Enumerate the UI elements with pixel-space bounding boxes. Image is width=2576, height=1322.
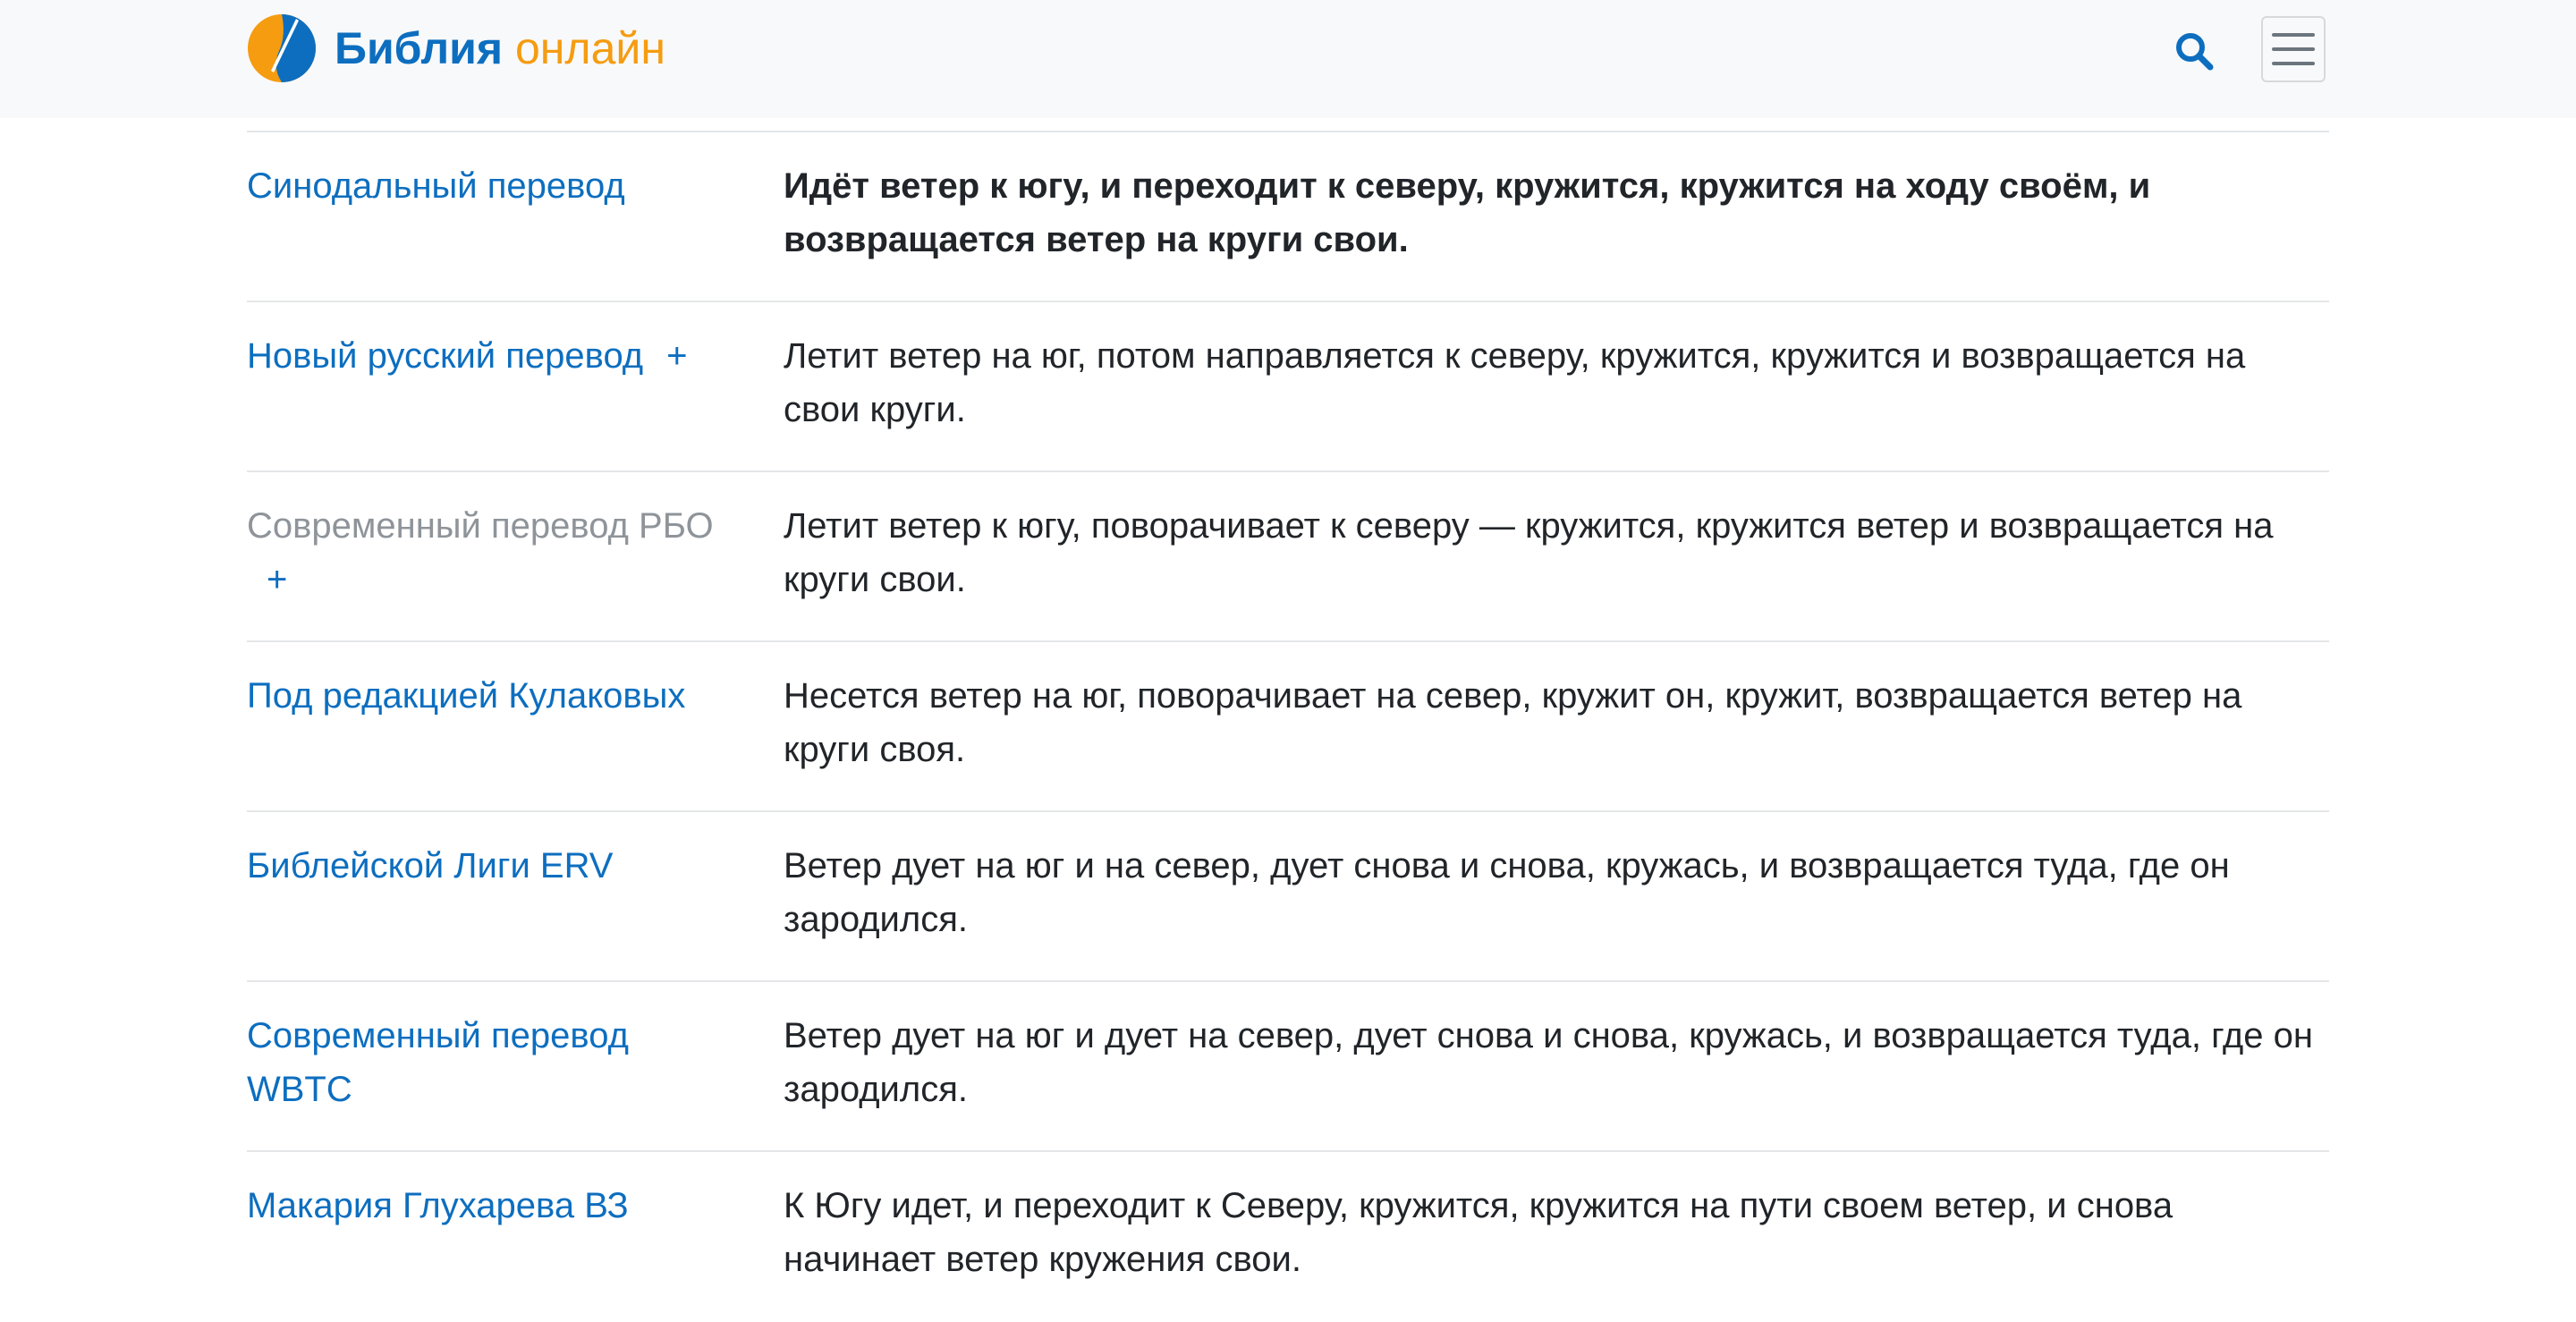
logo-word-online: онлайн: [515, 23, 665, 73]
translation-link[interactable]: Библейской Лиги ERV: [247, 839, 748, 893]
translation-link[interactable]: Под редакцией Кулаковых: [247, 669, 748, 723]
translation-link[interactable]: Синодальный перевод: [247, 159, 748, 213]
translation-row: Новый русский перевод + Летит ветер на юг…: [247, 302, 2329, 472]
logo-title: Библия онлайн: [335, 26, 665, 71]
translation-row: Современный перевод WBTC Ветер дует на ю…: [247, 982, 2329, 1152]
logo-word-bible: Библия: [335, 23, 503, 73]
verse-text: Летит ветер на юг, потом направляется к …: [784, 336, 2246, 429]
translation-link[interactable]: Новый русский перевод: [247, 336, 643, 376]
translation-row: Современный перевод РБО + Летит ветер к …: [247, 472, 2329, 642]
translation-row: Макария Глухарева ВЗ К Югу идет, и перех…: [247, 1152, 2329, 1322]
verse-text: Несется ветер на юг, поворачивает на сев…: [784, 676, 2242, 769]
verse-text: Ветер дует на юг и на север, дует снова …: [784, 846, 2230, 939]
translation-row: Библейской Лиги ERV Ветер дует на юг и н…: [247, 812, 2329, 982]
translation-name-cell: Современный перевод РБО +: [247, 499, 748, 606]
hamburger-menu-button[interactable]: [2261, 16, 2326, 82]
translation-row: Синодальный перевод Идёт ветер к югу, и …: [247, 132, 2329, 302]
translation-link[interactable]: Современный перевод WBTC: [247, 1009, 676, 1116]
bible-online-logo-icon: [248, 14, 316, 82]
site-header: Библия онлайн: [0, 0, 2576, 118]
translation-name: Современный перевод РБО: [247, 506, 714, 546]
hamburger-menu-icon-bar: [2272, 47, 2315, 51]
hamburger-menu-icon-bar: [2272, 62, 2315, 65]
verse-text: Летит ветер к югу, поворачивает к северу…: [784, 506, 2274, 599]
verse-text: Идёт ветер к югу, и переходит к северу, …: [784, 166, 2151, 259]
expand-plus-icon[interactable]: +: [267, 553, 748, 606]
search-icon: [2176, 33, 2214, 71]
expand-plus-icon[interactable]: +: [666, 336, 687, 376]
translation-link[interactable]: Макария Глухарева ВЗ: [247, 1179, 748, 1233]
translations-list: Синодальный перевод Идёт ветер к югу, и …: [247, 132, 2329, 1322]
verse-text: Ветер дует на юг и дует на север, дует с…: [784, 1016, 2313, 1109]
verse-text: К Югу идет, и переходит к Северу, кружит…: [784, 1186, 2174, 1279]
site-logo-link[interactable]: Библия онлайн: [247, 13, 665, 84]
hamburger-menu-icon-bar: [2272, 33, 2315, 37]
translation-name-cell: Новый русский перевод +: [247, 329, 748, 383]
translation-row: Под редакцией Кулаковых Несется ветер на…: [247, 642, 2329, 812]
search-button[interactable]: [2174, 30, 2215, 72]
